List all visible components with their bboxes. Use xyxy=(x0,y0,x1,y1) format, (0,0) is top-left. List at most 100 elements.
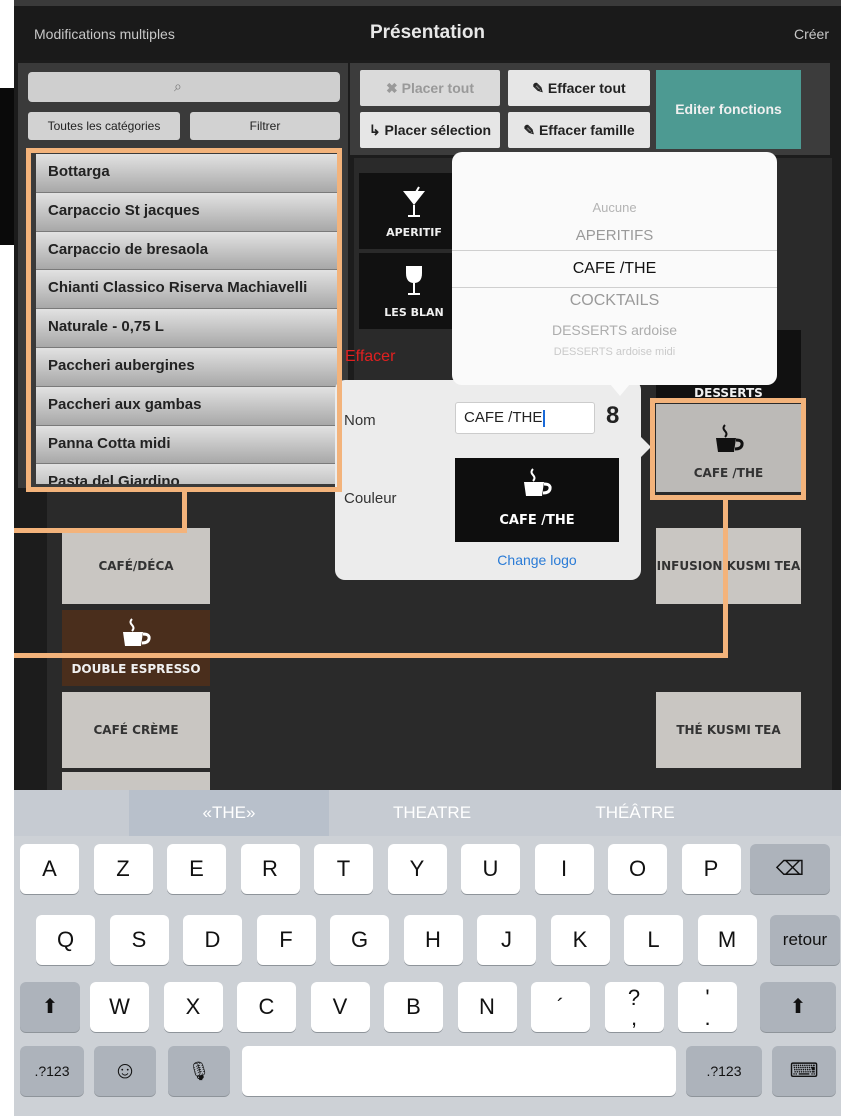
picker-option[interactable]: Aucune xyxy=(452,200,777,215)
filter-button[interactable]: Filtrer xyxy=(190,112,340,140)
return-key[interactable]: retour xyxy=(770,915,840,965)
suggestion-item[interactable]: «THE» xyxy=(129,790,329,836)
coffee-cup-icon xyxy=(123,618,151,646)
search-icon: ⌕ xyxy=(174,78,182,94)
key-o[interactable]: O xyxy=(608,844,667,894)
shift-key-right[interactable]: ⬆ xyxy=(760,982,836,1032)
key-b[interactable]: B xyxy=(384,982,443,1032)
page-title: Présentation xyxy=(369,22,486,43)
key-k[interactable]: K xyxy=(550,915,610,965)
app-window: Modifications multiples Présentation Cré… xyxy=(14,0,841,1116)
name-value: CAFE /THE xyxy=(464,409,543,426)
microphone-key[interactable]: 🎙 xyxy=(168,1046,230,1096)
numbers-key-right[interactable]: .?123 xyxy=(686,1046,762,1096)
place-all-button[interactable]: ✖ Placer tout xyxy=(360,70,500,106)
key-w[interactable]: W xyxy=(90,982,149,1032)
key-quote-period[interactable]: ' . xyxy=(678,982,737,1032)
key-x[interactable]: X xyxy=(163,982,223,1032)
picker-option-selected[interactable]: CAFE /THE xyxy=(452,250,777,288)
key-q[interactable]: Q xyxy=(36,915,95,965)
annotation-line xyxy=(723,500,728,658)
picker-option[interactable]: DESSERTS ardoise xyxy=(452,322,777,338)
place-all-label: Placer tout xyxy=(401,80,474,96)
create-button[interactable]: Créer xyxy=(794,26,829,42)
key-a[interactable]: A xyxy=(20,844,79,894)
key-z[interactable]: Z xyxy=(93,844,153,894)
picker-arrow xyxy=(610,384,630,396)
suggestion-item[interactable]: THÉÂTRE xyxy=(535,790,735,836)
tile-label: DOUBLE ESPRESSO xyxy=(71,662,201,676)
logo-preview[interactable]: CAFE /THE xyxy=(455,458,619,542)
shift-key-left[interactable]: ⬆ xyxy=(20,982,80,1032)
edit-functions-button[interactable]: Editer fonctions xyxy=(656,70,801,149)
annotation-box-tile xyxy=(650,398,806,500)
key-l[interactable]: L xyxy=(624,915,683,965)
key-u[interactable]: U xyxy=(461,844,520,894)
picker-option[interactable]: DESSERTS ardoise midi xyxy=(452,346,777,358)
name-label: Nom xyxy=(344,412,376,429)
key-j[interactable]: J xyxy=(477,915,536,965)
key-y[interactable]: Y xyxy=(387,844,447,894)
color-label: Couleur xyxy=(344,490,397,507)
brush-icon: ✎ xyxy=(532,80,545,96)
erase-family-label: Effacer famille xyxy=(538,122,635,138)
wine-glass-icon xyxy=(406,266,422,295)
keyboard: «THE» THEATRE THÉÂTRE A Z E R T Y U I O P ⌫ Q S D F G H J… xyxy=(14,790,841,1116)
coffee-cup-icon xyxy=(524,468,552,496)
tile-infusion-kusmi[interactable]: INFUSION KUSMI TEA xyxy=(656,528,801,604)
key-acute[interactable]: ´ xyxy=(531,982,590,1032)
name-field[interactable]: CAFE /THE xyxy=(455,402,595,434)
key-e[interactable]: E xyxy=(167,844,226,894)
erase-button[interactable]: Effacer xyxy=(345,348,395,366)
key-p[interactable]: P xyxy=(681,844,741,894)
left-edge-bar xyxy=(0,88,14,245)
nav-bar: Modifications multiples Présentation Cré… xyxy=(14,0,841,60)
search-input[interactable]: ⌕ xyxy=(28,72,340,102)
erase-all-label: Effacer tout xyxy=(547,80,626,96)
space-bar[interactable] xyxy=(242,1046,676,1096)
tile-double-espresso[interactable]: DOUBLE ESPRESSO xyxy=(62,610,210,686)
all-categories-button[interactable]: Toutes les catégories xyxy=(28,112,180,140)
key-d[interactable]: D xyxy=(183,915,242,965)
emoji-key[interactable]: ☺ xyxy=(94,1046,156,1096)
key-m[interactable]: M xyxy=(697,915,757,965)
place-selection-button[interactable]: ↳ Placer sélection xyxy=(360,112,500,148)
annotation-line xyxy=(182,492,187,532)
key-g[interactable]: G xyxy=(330,915,389,965)
annotation-line xyxy=(14,653,728,658)
tile-the-kusmi[interactable]: THÉ KUSMI TEA xyxy=(656,692,801,768)
change-logo-link[interactable]: Change logo xyxy=(455,552,619,568)
place-selection-label: Placer sélection xyxy=(384,122,492,138)
logo-label: CAFE /THE xyxy=(499,513,575,528)
key-v[interactable]: V xyxy=(310,982,370,1032)
brush-icon: ✎ xyxy=(523,122,536,138)
backspace-key[interactable]: ⌫ xyxy=(750,844,830,894)
key-i[interactable]: I xyxy=(534,844,594,894)
text-caret xyxy=(543,409,546,427)
picker-option[interactable]: COCKTAILS xyxy=(452,292,777,310)
suggestion-item[interactable]: THEATRE xyxy=(332,790,532,836)
tile-partial[interactable] xyxy=(62,772,210,790)
key-s[interactable]: S xyxy=(109,915,169,965)
annotation-box-list xyxy=(26,148,342,492)
cocktail-icon xyxy=(403,186,425,217)
link-icon[interactable]: 8 xyxy=(606,402,619,430)
key-h[interactable]: H xyxy=(403,915,463,965)
erase-all-button[interactable]: ✎ Effacer tout xyxy=(508,70,650,106)
key-f[interactable]: F xyxy=(256,915,316,965)
family-picker[interactable]: Aucune APERITIFS CAFE /THE COCKTAILS DES… xyxy=(452,152,777,385)
key-n[interactable]: N xyxy=(457,982,517,1032)
arrow-down-icon: ↳ xyxy=(368,122,381,138)
tile-cafe-creme[interactable]: CAFÉ CRÈME xyxy=(62,692,210,768)
collapse-icon: ✖ xyxy=(386,80,398,96)
key-c[interactable]: C xyxy=(237,982,296,1032)
picker-option[interactable]: APERITIFS xyxy=(452,227,777,244)
suggestion-bar: «THE» THEATRE THÉÂTRE xyxy=(14,790,841,836)
key-question-comma[interactable]: ? , xyxy=(604,982,664,1032)
numbers-key-left[interactable]: .?123 xyxy=(20,1046,84,1096)
key-t[interactable]: T xyxy=(314,844,373,894)
key-r[interactable]: R xyxy=(240,844,300,894)
erase-family-button[interactable]: ✎ Effacer famille xyxy=(508,112,650,148)
tile-cafe-deca[interactable]: CAFÉ/DÉCA xyxy=(62,528,210,604)
dismiss-keyboard-key[interactable]: ⌨ xyxy=(772,1046,836,1096)
